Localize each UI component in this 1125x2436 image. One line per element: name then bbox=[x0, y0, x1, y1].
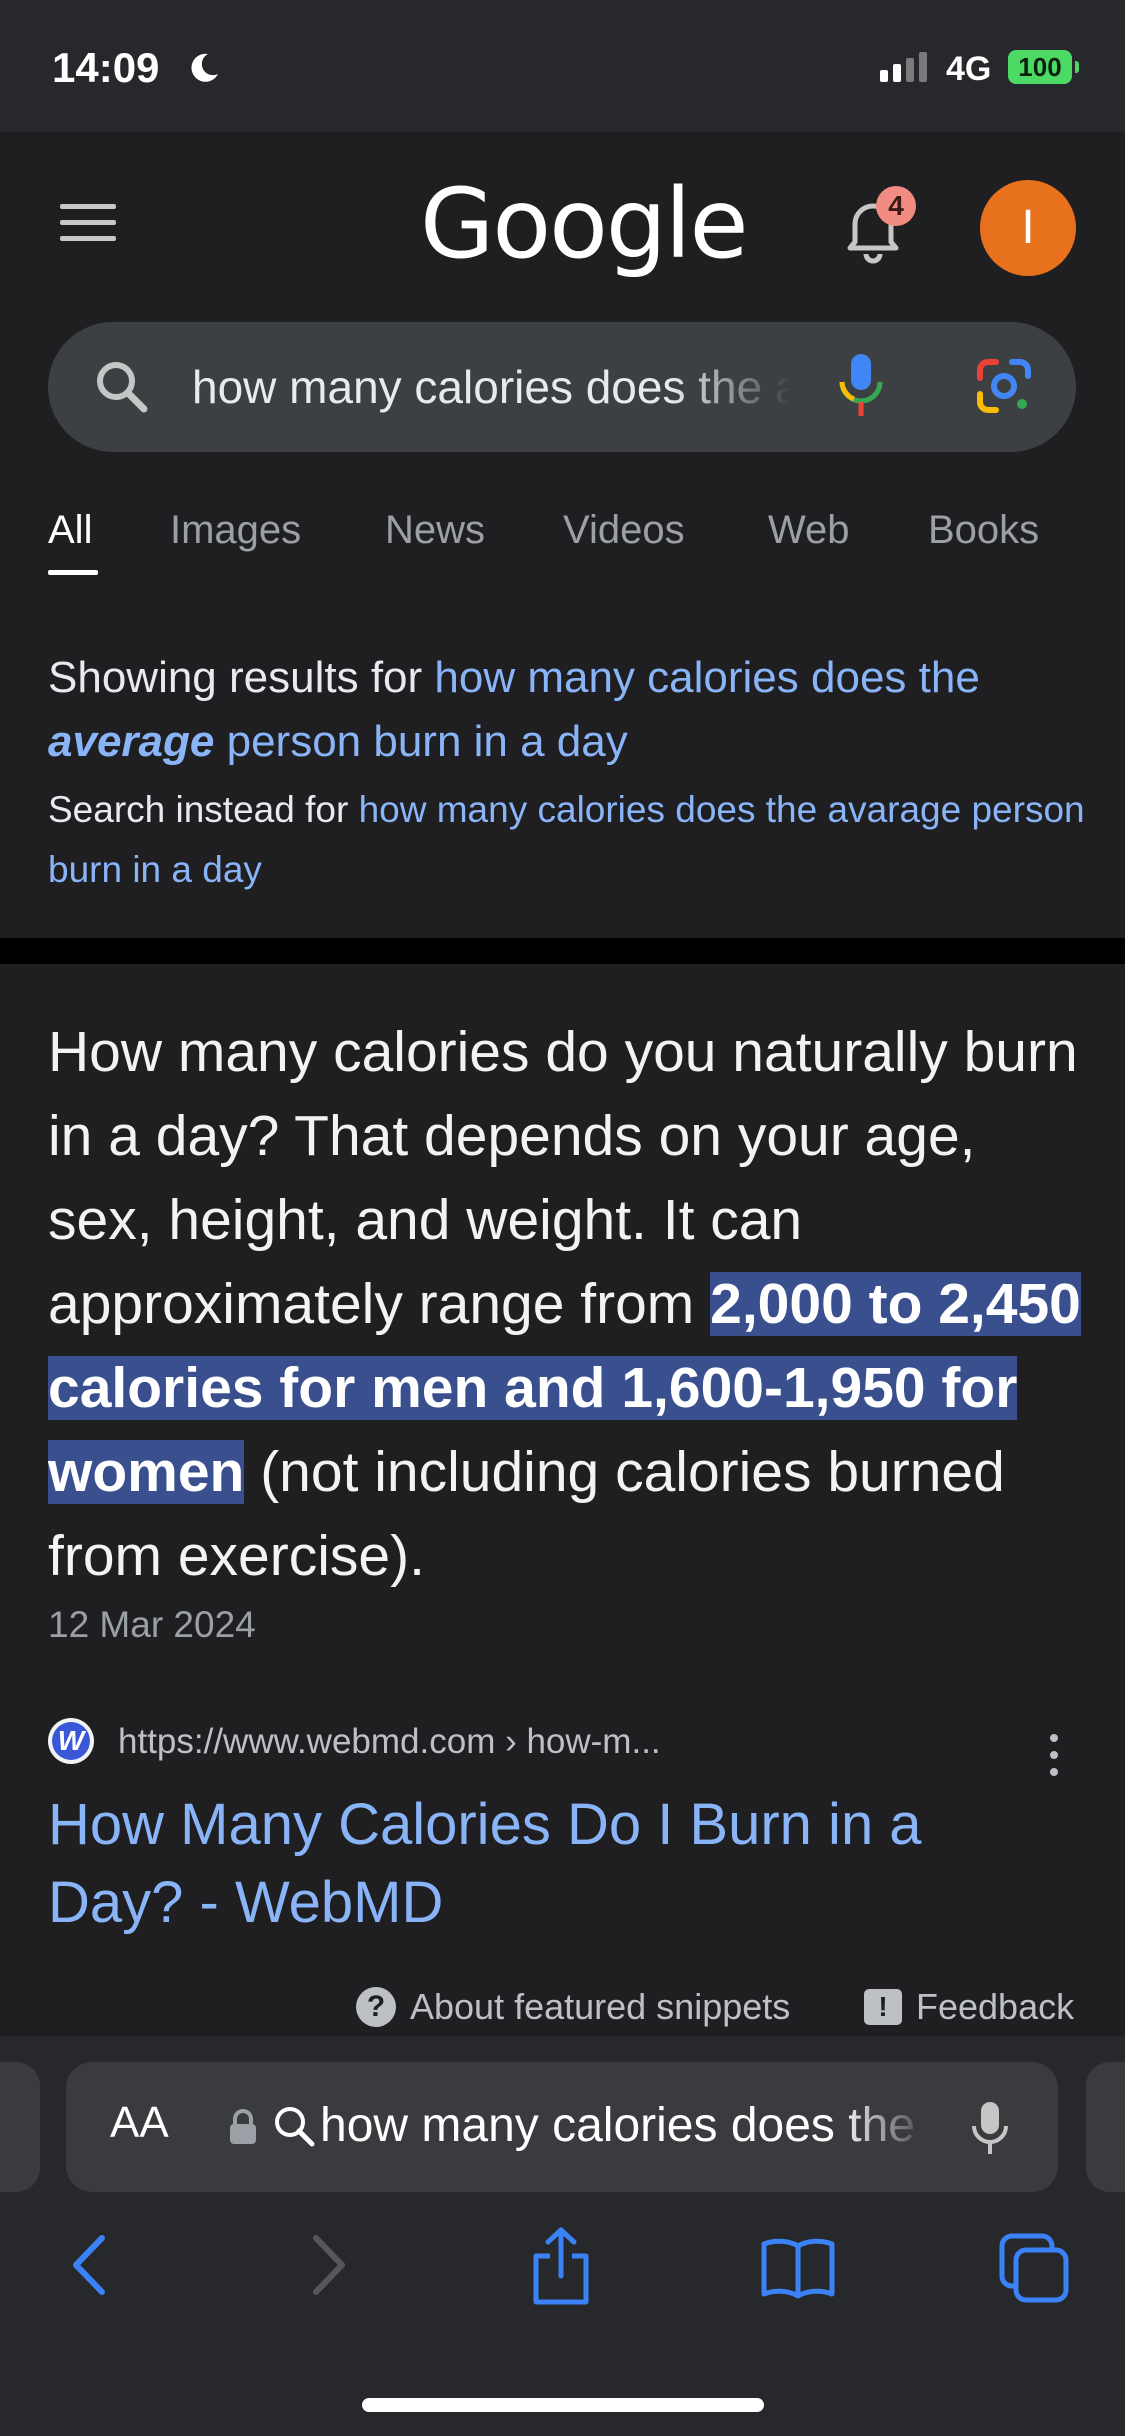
voice-search-mic-icon[interactable] bbox=[836, 352, 886, 418]
feedback-link[interactable]: ! Feedback bbox=[864, 1986, 1074, 2028]
tab-web[interactable]: Web bbox=[768, 508, 850, 553]
corrected-query-post: person burn in a day bbox=[226, 717, 628, 766]
tabs-icon[interactable] bbox=[998, 2232, 1070, 2304]
result-title-link[interactable]: How Many Calories Do I Burn in a Day? - … bbox=[48, 1786, 1048, 1942]
signal-icon bbox=[880, 52, 927, 82]
tab-videos[interactable]: Videos bbox=[563, 508, 685, 553]
showing-results-for: Showing results for how many calories do… bbox=[48, 646, 1088, 774]
hamburger-menu-icon[interactable] bbox=[60, 204, 116, 244]
result-url[interactable]: https://www.webmd.com › how-m... bbox=[118, 1722, 661, 1762]
search-icon bbox=[275, 2107, 315, 2147]
feedback-label: Feedback bbox=[916, 1986, 1075, 2027]
tab-images[interactable]: Images bbox=[170, 508, 301, 553]
tab-news[interactable]: News bbox=[385, 508, 485, 553]
tab-all[interactable]: All bbox=[48, 508, 92, 553]
search-icon bbox=[97, 362, 148, 413]
search-input[interactable]: how many calories does the average perso… bbox=[192, 360, 792, 414]
moon-icon bbox=[191, 53, 218, 82]
dictation-mic-icon[interactable] bbox=[970, 2100, 1010, 2156]
previous-tab-peek[interactable] bbox=[0, 2062, 40, 2192]
more-options-icon[interactable] bbox=[1050, 1734, 1060, 1780]
tab-books[interactable]: Books bbox=[928, 508, 1039, 553]
notification-badge: 4 bbox=[876, 186, 916, 226]
section-divider bbox=[0, 938, 1125, 964]
address-text[interactable]: how many calories does the average perso… bbox=[320, 2098, 930, 2153]
back-icon[interactable] bbox=[64, 2230, 114, 2300]
reader-options-button[interactable]: AA bbox=[110, 2098, 169, 2148]
favicon-letter: W bbox=[52, 1722, 90, 1760]
google-lens-icon[interactable] bbox=[974, 356, 1034, 416]
forward-icon[interactable] bbox=[304, 2230, 354, 2300]
showing-prefix: Showing results for bbox=[48, 653, 423, 702]
status-time: 14:09 bbox=[52, 44, 160, 91]
next-tab-peek[interactable] bbox=[1086, 2062, 1125, 2192]
about-featured-snippets-link[interactable]: ? About featured snippets bbox=[356, 1986, 790, 2028]
corrected-word: average bbox=[48, 717, 215, 766]
active-tab-indicator bbox=[48, 570, 98, 575]
battery-indicator: 100 bbox=[1008, 50, 1072, 84]
instead-prefix: Search instead for bbox=[48, 789, 349, 830]
snippet-date: 12 Mar 2024 bbox=[48, 1604, 256, 1645]
google-logo[interactable]: Google bbox=[420, 168, 749, 280]
search-tabs: All Images News Videos Web Books bbox=[0, 500, 1125, 580]
about-label: About featured snippets bbox=[410, 1986, 791, 2027]
account-avatar[interactable]: I bbox=[980, 180, 1076, 276]
search-instead-for: Search instead for how many calories doe… bbox=[48, 780, 1088, 900]
feedback-icon: ! bbox=[864, 1989, 902, 2025]
lock-icon bbox=[230, 2109, 256, 2144]
battery-tip bbox=[1075, 61, 1079, 73]
corrected-query-pre: how many calories does the bbox=[434, 653, 980, 702]
featured-snippet-text: How many calories do you naturally burn … bbox=[48, 1010, 1088, 1598]
network-type: 4G bbox=[946, 50, 992, 88]
share-icon[interactable] bbox=[528, 2226, 594, 2306]
bookmarks-icon[interactable] bbox=[760, 2236, 836, 2300]
home-indicator bbox=[362, 2398, 764, 2412]
site-favicon: W bbox=[48, 1718, 94, 1764]
help-icon: ? bbox=[356, 1987, 396, 2027]
